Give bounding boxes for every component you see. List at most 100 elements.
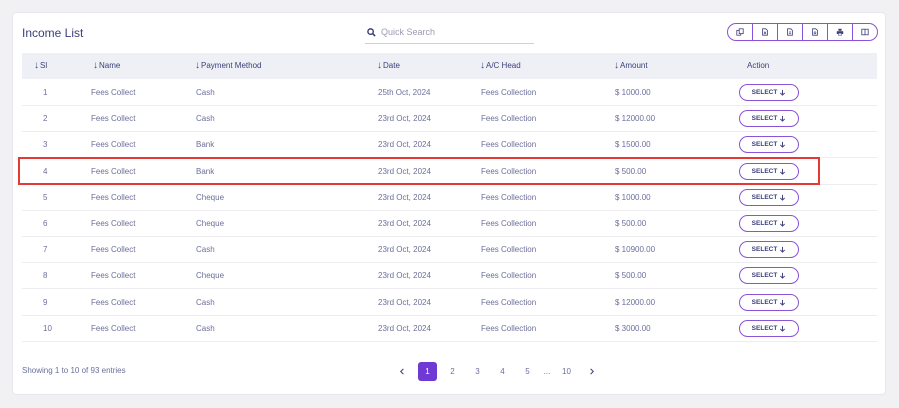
cell-amount: $ 500.00 (615, 271, 647, 281)
cell-payment-method: Bank (196, 140, 215, 150)
select-action-button[interactable]: SELECT (739, 84, 799, 101)
select-action-button[interactable]: SELECT (739, 319, 799, 337)
cell-amount: $ 12000.00 (615, 297, 656, 307)
select-action-button[interactable]: SELECT (739, 215, 799, 232)
cell-sl: 9 (43, 297, 48, 307)
cell-date: 25th Oct, 2024 (378, 88, 431, 97)
select-action-button[interactable]: SELECT (739, 188, 799, 206)
arrow-down-icon (780, 168, 786, 175)
page-3-button[interactable]: 3 (465, 362, 490, 381)
cell-amount: $ 1500.00 (615, 140, 651, 150)
cell-ac-head: Fees Collection (481, 88, 537, 97)
arrow-down-icon (780, 194, 786, 201)
cell-sl: 10 (43, 323, 52, 333)
cell-date: 23rd Oct, 2024 (378, 271, 431, 281)
cell-date: 23rd Oct, 2024 (378, 192, 431, 202)
select-label: SELECT (751, 220, 778, 227)
arrow-down-icon (780, 116, 786, 122)
cell-ac-head: Fees Collection (481, 114, 537, 124)
arrow-down-icon (780, 142, 786, 149)
column-header-sl[interactable]: ↓Sl (34, 53, 47, 79)
cell-sl: 1 (43, 88, 48, 97)
table-row: 2 Fees Collect Cash 23rd Oct, 2024 Fees Coll… (22, 106, 877, 133)
cell-payment-method: Cheque (196, 192, 225, 202)
column-label: Date (383, 61, 400, 70)
prev-page-button[interactable] (390, 362, 415, 381)
select-action-button[interactable]: SELECT (739, 162, 799, 180)
cell-sl: 8 (43, 271, 48, 281)
column-header-action: Action (747, 61, 770, 70)
cell-name: Fees Collect (91, 166, 136, 176)
sort-arrow-icon: ↓ (614, 60, 619, 71)
chevron-right-icon (590, 368, 594, 375)
column-header-date[interactable]: ↓Date (377, 53, 400, 79)
page-10-button[interactable]: 10 (554, 362, 579, 381)
cell-ac-head: Fees Collection (481, 219, 537, 228)
page-4-button[interactable]: 4 (490, 362, 515, 381)
cell-sl: 2 (43, 114, 48, 124)
arrow-down-icon (780, 325, 786, 332)
cell-date: 23rd Oct, 2024 (378, 140, 431, 150)
cell-payment-method: Cash (196, 245, 215, 255)
arrow-down-icon (780, 89, 786, 96)
cell-sl: 6 (43, 219, 48, 228)
next-page-button[interactable] (579, 362, 604, 381)
cell-ac-head: Fees Collection (481, 140, 537, 150)
cell-amount: $ 1000.00 (615, 192, 651, 202)
chevron-left-icon (400, 368, 404, 375)
copy-button[interactable] (728, 24, 752, 40)
column-header-payment-method[interactable]: ↓Payment Method (195, 53, 261, 79)
pdf-button[interactable] (802, 24, 827, 40)
page-ellipsis: ... (543, 367, 551, 376)
select-action-button[interactable]: SELECT (739, 267, 799, 285)
print-button[interactable] (827, 24, 852, 40)
page-title: Income List (22, 26, 84, 40)
export-toolbar (727, 23, 878, 41)
cell-name: Fees Collect (91, 88, 136, 97)
cell-name: Fees Collect (91, 271, 136, 281)
cell-amount: $ 12000.00 (615, 114, 656, 124)
print-icon (836, 28, 844, 36)
table-row: 7 Fees Collect Cash 23rd Oct, 2024 Fees Coll… (22, 237, 877, 264)
cell-payment-method: Cheque (196, 219, 225, 228)
column-header-ac-head[interactable]: ↓A/C Head (480, 53, 521, 79)
table-row: 10 Fees Collect Cash 23rd Oct, 2024 Fees Col… (22, 316, 877, 342)
table-row: 4 Fees Collect Bank 23rd Oct, 2024 Fees Coll… (22, 159, 877, 185)
select-label: SELECT (751, 89, 778, 96)
cell-name: Fees Collect (91, 140, 136, 150)
cell-name: Fees Collect (91, 114, 136, 124)
cell-payment-method: Cash (196, 297, 215, 307)
csv-button[interactable] (777, 24, 802, 40)
page-2-button[interactable]: 2 (440, 362, 465, 381)
cell-payment-method: Cheque (196, 271, 225, 281)
pdf-icon (812, 28, 818, 36)
column-label: Sl (40, 61, 48, 70)
cell-payment-method: Cash (196, 88, 215, 97)
cell-name: Fees Collect (91, 245, 136, 255)
select-action-button[interactable]: SELECT (739, 241, 799, 259)
select-label: SELECT (751, 324, 778, 332)
cell-amount: $ 10900.00 (615, 245, 656, 255)
search-input[interactable] (381, 27, 531, 37)
cell-sl: 5 (43, 192, 48, 202)
column-header-amount[interactable]: ↓Amount (614, 53, 648, 79)
sort-arrow-icon: ↓ (377, 60, 382, 71)
page-1-button[interactable]: 1 (418, 362, 437, 381)
select-label: SELECT (751, 115, 778, 123)
column-label: Amount (620, 61, 648, 70)
column-header-name[interactable]: ↓Name (93, 53, 120, 79)
table-row: 3 Fees Collect Bank 23rd Oct, 2024 Fees Coll… (22, 132, 877, 159)
cell-sl: 4 (43, 166, 48, 176)
select-action-button[interactable]: SELECT (739, 293, 799, 311)
excel-button[interactable] (752, 24, 777, 40)
cell-amount: $ 3000.00 (615, 323, 651, 333)
copy-icon (736, 28, 744, 36)
sort-arrow-icon: ↓ (93, 60, 98, 71)
cell-ac-head: Fees Collection (481, 323, 537, 333)
select-action-button[interactable]: SELECT (739, 110, 799, 128)
arrow-down-icon (780, 299, 786, 306)
select-action-button[interactable]: SELECT (739, 136, 799, 154)
cell-amount: $ 500.00 (615, 166, 647, 176)
page-5-button[interactable]: 5 (515, 362, 540, 381)
columns-button[interactable] (852, 24, 877, 40)
